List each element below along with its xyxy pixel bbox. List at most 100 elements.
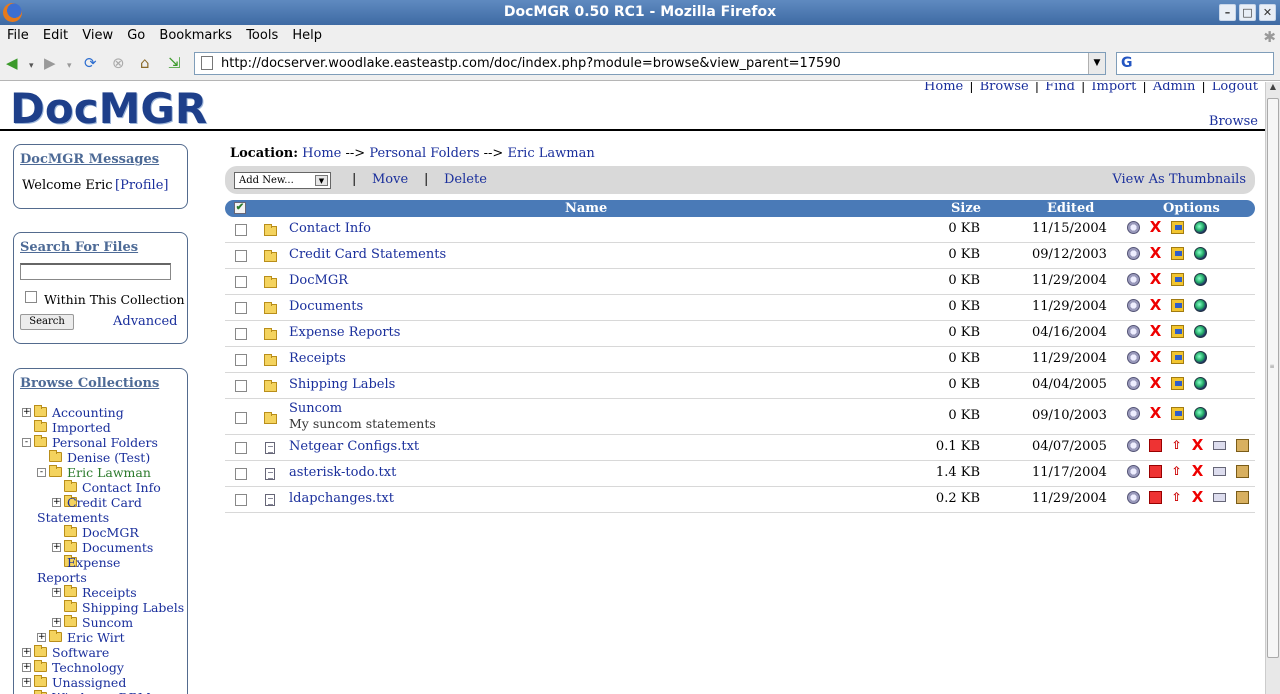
tree-node[interactable]: + Eric Wirt: [22, 630, 184, 645]
email-icon[interactable]: [1213, 493, 1226, 502]
row-checkbox[interactable]: [235, 276, 247, 288]
nav-logout[interactable]: Logout: [1212, 82, 1258, 94]
tree-node-label[interactable]: Shipping Labels: [82, 600, 184, 615]
delete-icon[interactable]: X: [1149, 298, 1162, 313]
forward-icon[interactable]: ▶: [44, 55, 56, 71]
search-button[interactable]: Search: [20, 314, 74, 330]
expand-icon[interactable]: +: [22, 678, 31, 687]
delete-link[interactable]: Delete: [444, 172, 487, 187]
tree-node-label[interactable]: Suncom: [82, 615, 133, 630]
properties-icon[interactable]: [1127, 221, 1140, 234]
tree-node[interactable]: Contact Info: [22, 480, 184, 495]
scrollbar-thumb[interactable]: [1267, 98, 1279, 658]
move-icon[interactable]: [1171, 273, 1184, 286]
tree-node-label[interactable]: Accounting: [52, 405, 124, 420]
move-icon[interactable]: [1171, 247, 1184, 260]
menu-view[interactable]: View: [82, 25, 113, 43]
nav-find[interactable]: Find: [1045, 82, 1075, 94]
properties-icon[interactable]: [1127, 377, 1140, 390]
tree-node[interactable]: Denise (Test): [22, 450, 184, 465]
search-title[interactable]: Search For Files: [20, 240, 138, 255]
tree-node-label[interactable]: Denise (Test): [67, 450, 150, 465]
menu-go[interactable]: Go: [127, 25, 145, 43]
tree-node-label[interactable]: Expense Reports: [37, 555, 162, 585]
row-checkbox[interactable]: [235, 224, 247, 236]
expand-icon[interactable]: +: [37, 633, 46, 642]
stop-icon[interactable]: ⊗: [112, 55, 125, 71]
tree-node-label[interactable]: Eric Lawman: [67, 465, 151, 480]
file-cabinet-icon[interactable]: [1236, 465, 1249, 478]
minimize-icon[interactable]: –: [1219, 4, 1236, 21]
add-new-select[interactable]: Add New... ▼: [234, 172, 331, 189]
delete-icon[interactable]: X: [1149, 324, 1162, 339]
crumb-home[interactable]: Home: [302, 146, 341, 161]
move-icon[interactable]: [1171, 351, 1184, 364]
header-name[interactable]: Name: [565, 200, 607, 217]
properties-icon[interactable]: [1127, 247, 1140, 260]
nav-home[interactable]: Home: [924, 82, 963, 94]
tree-node-label[interactable]: Windsong DBM: [52, 690, 151, 694]
header-edited[interactable]: Edited: [1047, 200, 1094, 217]
web-share-icon[interactable]: [1194, 247, 1207, 260]
move-icon[interactable]: [1171, 221, 1184, 234]
checkout-icon[interactable]: ⇧: [1170, 465, 1183, 478]
forward-menu-icon[interactable]: ▾: [67, 58, 72, 74]
delete-icon[interactable]: X: [1191, 464, 1204, 479]
tree-node[interactable]: Shipping Labels: [22, 600, 184, 615]
web-share-icon[interactable]: [1194, 377, 1207, 390]
properties-icon[interactable]: [1127, 351, 1140, 364]
tree-node-label[interactable]: Eric Wirt: [67, 630, 125, 645]
tree-node[interactable]: + Suncom: [22, 615, 184, 630]
row-checkbox[interactable]: [235, 302, 247, 314]
email-icon[interactable]: [1213, 441, 1226, 450]
edit-icon[interactable]: [1149, 465, 1162, 478]
tree-node[interactable]: Imported: [22, 420, 184, 435]
tree-node[interactable]: Expense Reports: [22, 555, 184, 585]
scroll-up-icon[interactable]: ▲: [1266, 82, 1280, 96]
advanced-search-link[interactable]: Advanced: [113, 314, 177, 329]
menu-edit[interactable]: Edit: [43, 25, 68, 43]
collapse-icon[interactable]: -: [22, 438, 31, 447]
tree-node[interactable]: + Software: [22, 645, 184, 660]
tree-node-label[interactable]: Imported: [52, 420, 111, 435]
item-name-link[interactable]: Netgear Configs.txt: [289, 439, 419, 454]
tree-node[interactable]: - Eric Lawman: [22, 465, 184, 480]
item-name-link[interactable]: Expense Reports: [289, 325, 400, 340]
tree-node-label[interactable]: Documents: [82, 540, 153, 555]
nav-browse[interactable]: Browse: [980, 82, 1029, 94]
web-share-icon[interactable]: [1194, 407, 1207, 420]
expand-icon[interactable]: +: [22, 648, 31, 657]
properties-icon[interactable]: [1127, 273, 1140, 286]
delete-icon[interactable]: X: [1149, 220, 1162, 235]
row-checkbox[interactable]: [235, 328, 247, 340]
profile-link[interactable]: [Profile]: [115, 178, 168, 193]
row-checkbox[interactable]: [235, 412, 247, 424]
tree-node-label[interactable]: Personal Folders: [52, 435, 158, 450]
back-menu-icon[interactable]: ▾: [29, 58, 34, 74]
item-name-link[interactable]: asterisk-todo.txt: [289, 465, 396, 480]
move-icon[interactable]: [1171, 407, 1184, 420]
tree-node-label[interactable]: Technology: [52, 660, 124, 675]
browser-search-input[interactable]: G: [1116, 52, 1274, 75]
item-name-link[interactable]: ldapchanges.txt: [289, 491, 394, 506]
within-collection-checkbox[interactable]: [25, 291, 37, 303]
email-icon[interactable]: [1213, 467, 1226, 476]
bookmark-icon[interactable]: ⇲: [168, 55, 181, 71]
move-icon[interactable]: [1171, 377, 1184, 390]
expand-icon[interactable]: +: [22, 663, 31, 672]
tree-node[interactable]: + Documents: [22, 540, 184, 555]
checkout-icon[interactable]: ⇧: [1170, 491, 1183, 504]
nav-import[interactable]: Import: [1091, 82, 1136, 94]
tree-node-label[interactable]: Credit Card Statements: [37, 495, 162, 525]
file-cabinet-icon[interactable]: [1236, 491, 1249, 504]
search-input[interactable]: [20, 263, 171, 280]
reload-icon[interactable]: ⟳: [84, 55, 97, 71]
expand-icon[interactable]: +: [52, 618, 61, 627]
menu-file[interactable]: File: [7, 25, 29, 43]
menu-tools[interactable]: Tools: [246, 25, 278, 43]
close-icon[interactable]: ✕: [1259, 4, 1276, 21]
header-size[interactable]: Size: [951, 200, 981, 217]
vertical-scrollbar[interactable]: ▲ ≡: [1265, 82, 1280, 694]
tree-node[interactable]: + Accounting: [22, 405, 184, 420]
tree-node-label[interactable]: DocMGR: [82, 525, 139, 540]
